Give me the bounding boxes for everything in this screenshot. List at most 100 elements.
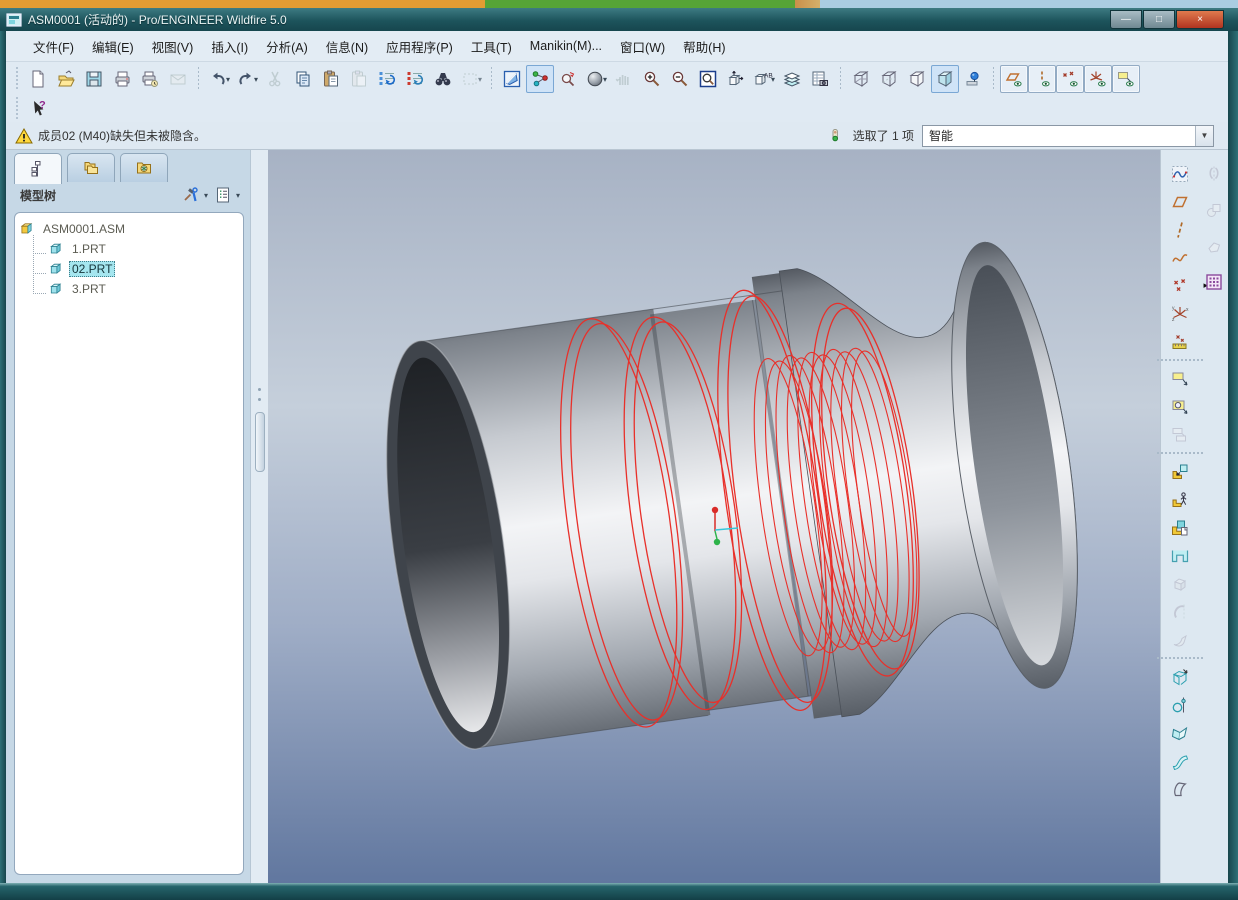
select-items-button[interactable]: ? [24,95,52,123]
flyout-arrow-icon[interactable]: ▾ [603,75,607,84]
datum-plane-display-toggle[interactable] [1000,65,1028,93]
print-setup-button[interactable] [136,65,164,93]
menu-item-view[interactable]: 视图(V) [143,33,203,60]
enhanced-realism-button[interactable] [959,65,987,93]
flyout-arrow-icon[interactable]: ▾ [236,191,240,200]
revolve-surface-button[interactable] [1166,691,1194,718]
tab-favorites[interactable] [120,153,168,182]
undo-button[interactable]: ▾ [205,65,233,93]
style-tool-button[interactable] [1166,160,1194,187]
datum-axis-display-toggle[interactable] [1028,65,1056,93]
flyout-arrow-icon[interactable]: ▾ [204,191,208,200]
datum-plane-button[interactable] [1166,188,1194,215]
paste-special-button[interactable] [345,65,373,93]
flyout-arrow-icon[interactable]: ▾ [478,75,482,84]
assemble-manikin-button[interactable] [1166,486,1194,513]
copy-button[interactable] [289,65,317,93]
menu-item-applications[interactable]: 应用程序(P) [377,33,462,60]
paste-button[interactable] [317,65,345,93]
no-hidden-button[interactable] [903,65,931,93]
flyout-arrow-icon[interactable]: ▾ [254,75,258,84]
menu-item-analysis[interactable]: 分析(A) [257,33,317,60]
flyout-arrow-icon[interactable]: ▾ [226,75,230,84]
tree-item-3.prt[interactable]: 3.PRT [19,275,239,299]
datum-point-button[interactable]: ▸ [1166,272,1208,299]
annotation-group-button[interactable] [1166,421,1194,448]
tree-item-asm0001.asm[interactable]: ASM0001.ASM [19,219,239,239]
extrude-button[interactable] [1166,570,1194,597]
repaint-button[interactable] [498,65,526,93]
slot-feature-button[interactable] [1166,542,1194,569]
zoom-out-button[interactable] [666,65,694,93]
maximize-button[interactable]: □ [1143,10,1175,29]
style-surface-button[interactable] [1166,775,1194,802]
datum-curve-button[interactable] [1166,244,1194,271]
tab-folder-browser[interactable] [67,153,115,182]
csys-display-toggle[interactable] [1084,65,1112,93]
datum-point-display-toggle[interactable] [1056,65,1084,93]
print-button[interactable] [108,65,136,93]
menu-item-tools[interactable]: 工具(T) [462,33,521,60]
new-file-button[interactable] [24,65,52,93]
annotation-feature-button[interactable] [1166,393,1194,420]
tab-model-tree[interactable] [14,153,62,184]
datum-box-button[interactable] [1166,663,1194,690]
pattern-button[interactable] [1200,268,1228,295]
toolbar-drag-handle[interactable] [14,67,20,91]
send-email-button[interactable] [164,65,192,93]
annotation-display-toggle[interactable] [1112,65,1140,93]
tree-tools-button[interactable] [178,183,204,207]
panel-splitter[interactable] [250,150,269,883]
menu-item-edit[interactable]: 编辑(E) [83,33,143,60]
mirror-button[interactable] [1200,160,1228,187]
menu-item-window[interactable]: 窗口(W) [611,33,674,60]
render-style-button[interactable]: ▾ [582,65,610,93]
pan-zoom-button[interactable] [610,65,638,93]
menu-item-insert[interactable]: 插入(I) [202,33,257,60]
tree-item-02.prt[interactable]: 02.PRT [19,255,239,279]
tree-settings-button[interactable] [210,183,236,207]
datum-csys-button[interactable]: yz x [1166,300,1194,327]
annotation-button[interactable] [1166,365,1194,392]
tree-item-1.prt[interactable]: 1.PRT [19,235,239,259]
reorient-button[interactable] [722,65,750,93]
layers-button[interactable] [778,65,806,93]
shaded-button[interactable] [931,65,959,93]
cut-button[interactable] [261,65,289,93]
sweep-button[interactable] [1166,626,1194,653]
regenerate-button[interactable] [373,65,401,93]
wireframe-button[interactable] [847,65,875,93]
menu-item-file[interactable]: 文件(F) [24,33,83,60]
close-button[interactable]: × [1176,10,1224,29]
inheritance-button[interactable] [1200,232,1228,259]
redo-button[interactable]: ▾ [233,65,261,93]
datum-target-button[interactable] [1166,328,1194,355]
menu-item-help[interactable]: 帮助(H) [674,33,734,60]
orient-mode-button[interactable] [554,65,582,93]
3d-viewport[interactable] [268,150,1160,883]
plane-normal-button[interactable] [1166,719,1194,746]
combobox-dropdown-icon[interactable]: ▼ [1195,125,1213,146]
boundary-blend-button[interactable] [1166,747,1194,774]
create-component-button[interactable] [1166,514,1194,541]
selection-filter-combobox[interactable]: 智能 ▼ [922,124,1214,147]
saved-views-button[interactable]: AB ▾ [750,65,778,93]
select-by-box-button[interactable]: ▾ [457,65,485,93]
flyout-arrow-icon[interactable]: ▾ [771,75,775,84]
save-button[interactable] [80,65,108,93]
merge-button[interactable] [1200,196,1228,223]
open-file-button[interactable] [52,65,80,93]
menu-item-info[interactable]: 信息(N) [317,33,377,60]
find-button[interactable] [429,65,457,93]
hidden-line-button[interactable] [875,65,903,93]
toolbar-drag-handle[interactable] [14,97,20,121]
splitter-grip[interactable] [255,412,265,472]
refit-button[interactable] [694,65,722,93]
selection-buffer-icon[interactable] [825,126,845,146]
revolve-button[interactable] [1166,598,1194,625]
zoom-in-button[interactable] [638,65,666,93]
view-manager-button[interactable] [806,65,834,93]
menu-item-manikin[interactable]: Manikin(M)... [521,35,611,57]
minimize-button[interactable]: — [1110,10,1142,29]
regenerate-manager-button[interactable] [401,65,429,93]
